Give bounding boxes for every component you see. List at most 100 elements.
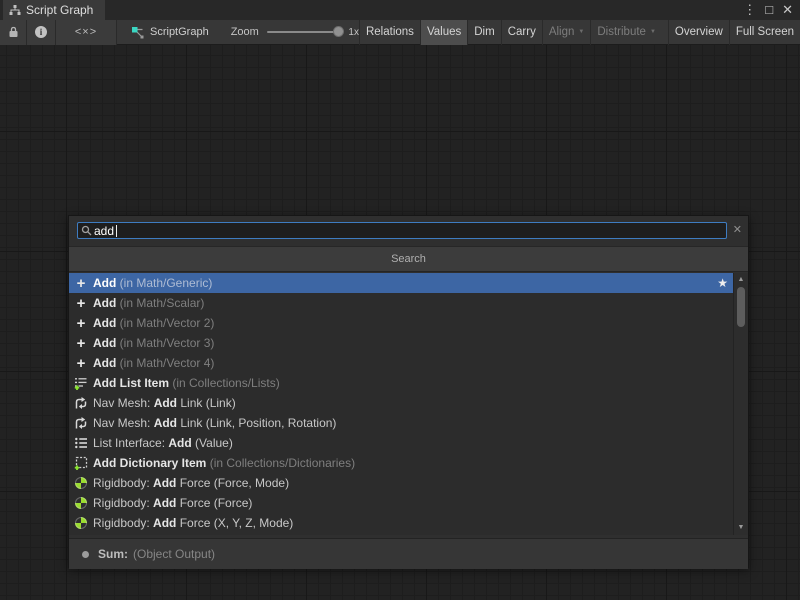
window-controls: ⋮ □ ✕: [743, 3, 800, 17]
list-item[interactable]: Add List Item (in Collections/Lists): [69, 373, 733, 393]
chevron-down-icon: ▼: [578, 29, 584, 35]
zoom-slider[interactable]: [267, 31, 342, 33]
toolbar-button-carry[interactable]: Carry: [501, 20, 542, 45]
zoom-label: Zoom: [231, 26, 259, 38]
result-list: + Add (in Math/Generic) ★ + Add (in Math/Sca…: [69, 273, 733, 535]
footer-node-detail: (Object Output): [133, 547, 215, 561]
scrollbar-thumb[interactable]: [737, 287, 745, 327]
maximize-button[interactable]: □: [765, 3, 773, 17]
selection-detail-footer: Sum: (Object Output): [69, 538, 748, 569]
lock-icon: [8, 26, 19, 38]
search-header: Search: [69, 246, 748, 272]
more-options-button[interactable]: ⋮: [743, 3, 756, 17]
search-query-text: add: [94, 224, 114, 238]
toolbar-button-values[interactable]: Values: [420, 20, 467, 45]
list-item[interactable]: Rigidbody: Add Force (Force): [69, 493, 733, 513]
result-list-wrap: + Add (in Math/Generic) ★ + Add (in Math/Sca…: [69, 273, 748, 535]
toolbar-button-distribute[interactable]: Distribute ▼: [590, 20, 662, 45]
list-item[interactable]: List Interface: Add (Value): [69, 433, 733, 453]
zoom-slider-handle[interactable]: [333, 26, 344, 37]
toolbar-button-label: Distribute: [597, 26, 646, 38]
list-item[interactable]: Rigidbody: Add Force (X, Y, Z, Mode): [69, 513, 733, 533]
port-dot-icon: [82, 551, 89, 558]
list-item-label: Rigidbody: Add Force (X, Y, Z, Mode): [93, 516, 293, 530]
toolbar-button-align[interactable]: Align▼: [542, 20, 591, 45]
list-item[interactable]: Rigidbody: Add Force (Force, Mode): [69, 473, 733, 493]
search-row: add ✕: [69, 216, 748, 246]
rigidbody-icon: [73, 516, 89, 530]
zoom-value: 1x: [348, 27, 359, 38]
plus-icon: +: [73, 316, 89, 330]
list-item-label: Rigidbody: Add Force (Force, Mode): [93, 476, 289, 490]
toolbar-button-label: Full Screen: [736, 26, 794, 38]
code-button[interactable]: <×>: [56, 20, 117, 45]
toolbar-button-label: Relations: [366, 26, 414, 38]
plus-icon: +: [73, 356, 89, 370]
toolbar-button-label: Overview: [675, 26, 723, 38]
list-item-label: Nav Mesh: Add Link (Link): [93, 396, 236, 410]
list-item[interactable]: Add Dictionary Item (in Collections/Dict…: [69, 453, 733, 473]
chevron-down-icon: ▼: [650, 29, 656, 35]
code-icon: <×>: [75, 26, 97, 38]
list-item-label: Add (in Math/Vector 3): [93, 336, 214, 350]
search-header-label: Search: [391, 253, 426, 265]
toolbar-button-relations[interactable]: Relations: [359, 20, 420, 45]
toolbar-button-label: Align: [549, 26, 575, 38]
plus-icon: +: [73, 276, 89, 290]
nav-mesh-icon: [73, 396, 89, 410]
toolbar-buttons: RelationsValuesDimCarryAlign▼Distribute▼…: [359, 20, 800, 45]
tab-label: Script Graph: [26, 3, 93, 17]
breadcrumb-label: ScriptGraph: [150, 26, 209, 38]
list-item[interactable]: Nav Mesh: Add Link (Link): [69, 393, 733, 413]
toolbar-button-label: Carry: [508, 26, 536, 38]
close-icon[interactable]: ✕: [733, 223, 742, 236]
list-item-label: Nav Mesh: Add Link (Link, Position, Rota…: [93, 416, 336, 430]
info-icon: i: [35, 26, 47, 38]
breadcrumb[interactable]: ScriptGraph: [131, 26, 209, 39]
tab-script-graph[interactable]: Script Graph: [3, 0, 105, 20]
dictionary-add-icon: [73, 456, 89, 470]
list-item[interactable]: + Add (in Math/Scalar): [69, 293, 733, 313]
scroll-down-icon[interactable]: ▼: [734, 523, 748, 533]
window-title-bar: Script Graph ⋮ □ ✕: [0, 0, 800, 21]
rigidbody-icon: [73, 476, 89, 490]
toolbar-button-dim[interactable]: Dim: [467, 20, 500, 45]
list-item-label: Add Dictionary Item (in Collections/Dict…: [93, 456, 355, 470]
list-item-label: Add (in Math/Vector 4): [93, 356, 214, 370]
rigidbody-icon: [73, 496, 89, 510]
footer-node-name: Sum:: [98, 547, 128, 561]
graph-icon: [9, 4, 21, 16]
toolbar-button-overview[interactable]: Overview: [668, 20, 729, 45]
list-item[interactable]: +Add (in Math/Vector 2): [69, 313, 733, 333]
lock-button[interactable]: [0, 20, 27, 45]
list-interface-icon: [73, 436, 89, 450]
list-item-label: List Interface: Add (Value): [93, 436, 233, 450]
script-graph-icon: [131, 26, 144, 39]
scrollbar[interactable]: ▲ ▼: [733, 273, 748, 535]
close-button[interactable]: ✕: [782, 3, 793, 17]
scroll-up-icon[interactable]: ▲: [734, 275, 748, 285]
search-input[interactable]: add: [77, 222, 727, 239]
list-item[interactable]: Nav Mesh: Add Link (Link, Position, Rota…: [69, 413, 733, 433]
list-item-label: Add (in Math/Generic): [93, 276, 212, 290]
unity-script-graph-window: Script Graph ⋮ □ ✕ i <×> ScriptGraph Zoom 1…: [0, 0, 800, 600]
toolbar-button-full-screen[interactable]: Full Screen: [729, 20, 800, 45]
fuzzy-finder-popup: add ✕ Search +Add (in Math/Generic)★+Add…: [68, 215, 749, 568]
graph-toolbar: i <×> ScriptGraph Zoom 1x Relations Values…: [0, 20, 800, 45]
plus-icon: +: [73, 336, 89, 350]
list-item[interactable]: + Add (in Math/Vector 3): [69, 333, 733, 353]
toolbar-left-tools: i <×>: [0, 20, 117, 45]
list-item[interactable]: + Add (in Math/Generic) ★: [69, 273, 733, 293]
favorite-star-icon[interactable]: ★: [717, 277, 728, 289]
toolbar-button-label: Dim: [474, 26, 494, 38]
toolbar-button-label: Values: [427, 26, 461, 38]
info-button[interactable]: i: [27, 20, 56, 45]
text-caret: [116, 225, 117, 237]
plus-icon: +: [73, 296, 89, 310]
list-item-label: Add List Item (in Collections/Lists): [93, 376, 280, 390]
list-item-label: Add (in Math/Scalar): [93, 296, 204, 310]
list-item-label: Rigidbody: Add Force (Force): [93, 496, 252, 510]
list-add-icon: [73, 376, 89, 390]
list-item[interactable]: + Add (in Math/Vector 4): [69, 353, 733, 373]
search-icon: [81, 225, 92, 236]
